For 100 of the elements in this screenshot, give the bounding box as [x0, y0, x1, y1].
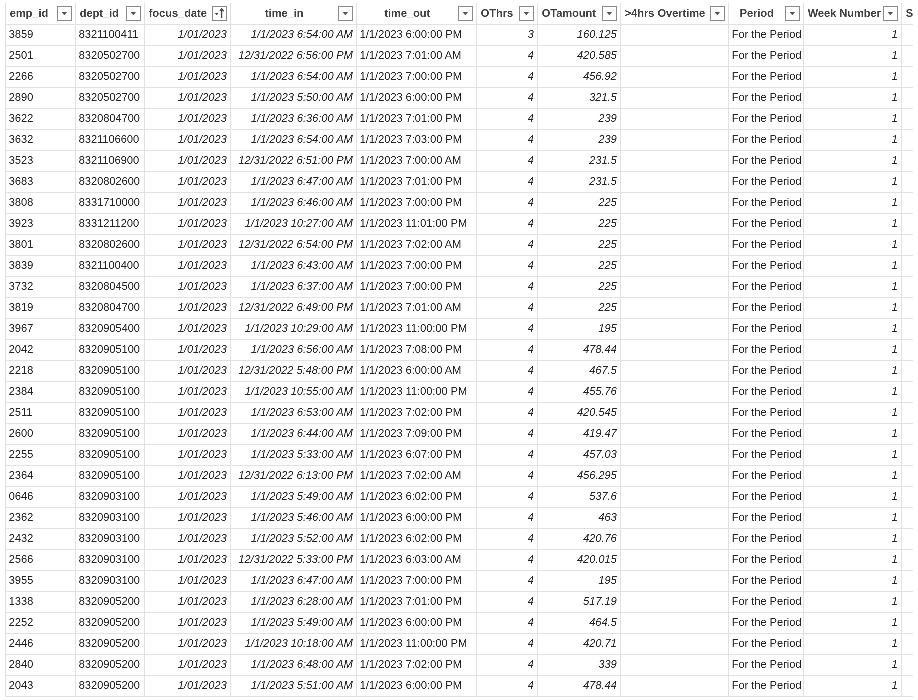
table-cell: 4 [476, 570, 538, 592]
table-cell: 4 [476, 150, 538, 172]
table-cell: 4 [476, 402, 538, 424]
table-cell: 2364 [6, 466, 76, 486]
table-cell: 8320903100 [76, 486, 144, 508]
table-cell: 12/31/2022 6:54:00 PM [230, 234, 356, 256]
table-cell: 1 [804, 276, 902, 298]
table-cell: 1/1/2023 6:53:00 AM [230, 402, 356, 424]
table-cell: For the Period [728, 46, 804, 66]
filter-dropdown-icon[interactable] [602, 6, 617, 21]
column-header: Period [738, 8, 776, 20]
table-cell: 1/01/2023 [144, 508, 230, 528]
table-cell: 4 [476, 654, 538, 676]
table-cell: For the Period [728, 550, 804, 570]
table-cell: 1/01/2023 [144, 108, 230, 130]
table-cell: 1/1/2023 11:00:00 PM [356, 634, 476, 654]
table-cell: 8320905100 [76, 340, 144, 360]
filter-dropdown-icon[interactable] [57, 6, 72, 21]
table-cell: 1/1/2023 7:01:00 PM [356, 592, 476, 612]
table-cell: 1/1/2023 6:54:00 AM [230, 130, 356, 150]
table-cell: 1 [804, 360, 902, 382]
table-cell: 1/1/2023 5:46:00 AM [230, 508, 356, 528]
table-cell: For the Period [728, 150, 804, 172]
table-cell: 1/01/2023 [144, 360, 230, 382]
table-cell: 8321100411 [76, 24, 144, 46]
table-cell: 225 [538, 256, 620, 276]
table-cell: 8320905200 [76, 676, 144, 696]
table-cell: 3632 [6, 130, 76, 150]
table-cell: 1 [804, 318, 902, 340]
table-cell: 1/1/2023 6:02:00 PM [356, 528, 476, 550]
table-cell: 1 [804, 108, 902, 130]
sort-ascending-icon[interactable] [212, 6, 227, 21]
table-cell: 1/1/2023 7:01:00 AM [356, 298, 476, 318]
table-cell: 1/01/2023 [144, 234, 230, 256]
table-cell: For the Period [728, 528, 804, 550]
table-cell: 457.03 [538, 444, 620, 466]
table-cell: 4 [476, 256, 538, 276]
table-cell: For the Period [728, 318, 804, 340]
filter-dropdown-icon[interactable] [883, 6, 898, 21]
filter-dropdown-icon[interactable] [126, 6, 141, 21]
table-cell: 1/1/2023 7:03:00 PM [356, 130, 476, 150]
table-cell: For the Period [728, 172, 804, 192]
table-cell: 2362 [6, 508, 76, 528]
table-cell: For the Period [728, 256, 804, 276]
table-cell: 4 [476, 508, 538, 528]
table-cell: 2600 [6, 424, 76, 444]
table-cell: 1/1/2023 6:02:00 PM [356, 486, 476, 508]
filter-dropdown-icon[interactable] [338, 6, 353, 21]
column-header: time_in [264, 8, 305, 20]
table-cell: 1/01/2023 [144, 550, 230, 570]
table-cell: 1 [804, 676, 902, 696]
table-cell: 4 [476, 550, 538, 570]
table-cell: 12/31/2022 6:51:00 PM [230, 150, 356, 172]
table-cell: 3801 [6, 234, 76, 256]
table-cell: 8320502700 [76, 46, 144, 66]
table-cell: 3859 [6, 24, 76, 46]
table-cell: 231.5 [538, 150, 620, 172]
table-cell: 4 [476, 340, 538, 360]
table-cell: 1/1/2023 6:37:00 AM [230, 276, 356, 298]
table-cell: 1/1/2023 7:08:00 PM [356, 340, 476, 360]
column-header: dept_id [80, 8, 120, 20]
table-cell: 1 [804, 570, 902, 592]
table-cell: 225 [538, 276, 620, 298]
table-cell: 195 [538, 318, 620, 340]
table-cell: 1/01/2023 [144, 130, 230, 150]
table-cell: 1/01/2023 [144, 172, 230, 192]
table-cell: 1/1/2023 6:00:00 AM [356, 360, 476, 382]
table-cell: 1 [804, 150, 902, 172]
table-cell: 1/1/2023 5:50:00 AM [230, 88, 356, 108]
table-cell: For the Period [728, 570, 804, 592]
table-cell: 4 [476, 298, 538, 318]
table-cell: 4 [476, 466, 538, 486]
filter-dropdown-icon[interactable] [458, 6, 473, 21]
table-cell: For the Period [728, 424, 804, 444]
table-cell: 1/01/2023 [144, 654, 230, 676]
table-cell: 8331710000 [76, 192, 144, 214]
table-cell: 2432 [6, 528, 76, 550]
table-cell: For the Period [728, 508, 804, 528]
table-cell: 2566 [6, 550, 76, 570]
table-cell: 464.5 [538, 612, 620, 634]
column-header: >4hrs Overtime [625, 8, 706, 20]
table-cell: 1 [804, 402, 902, 424]
table-cell: 1 [804, 130, 902, 150]
filter-dropdown-icon[interactable] [785, 6, 800, 21]
table-cell: 1 [804, 486, 902, 508]
table-cell: 8320905400 [76, 318, 144, 340]
table-cell: 2218 [6, 360, 76, 382]
table-cell: 1/01/2023 [144, 340, 230, 360]
table-cell: 12/31/2022 6:56:00 PM [230, 46, 356, 66]
table-cell: 8320502700 [76, 88, 144, 108]
filter-dropdown-icon[interactable] [519, 6, 534, 21]
table-cell: 8320905200 [76, 592, 144, 612]
table-cell: 1/1/2023 7:00:00 AM [356, 150, 476, 172]
table-cell: 8321100400 [76, 256, 144, 276]
table-cell: 8320905200 [76, 612, 144, 634]
table-cell: 2840 [6, 654, 76, 676]
table-cell: 1/01/2023 [144, 528, 230, 550]
table-cell: 4 [476, 130, 538, 150]
table-cell: 420.015 [538, 550, 620, 570]
filter-dropdown-icon[interactable] [710, 6, 725, 21]
